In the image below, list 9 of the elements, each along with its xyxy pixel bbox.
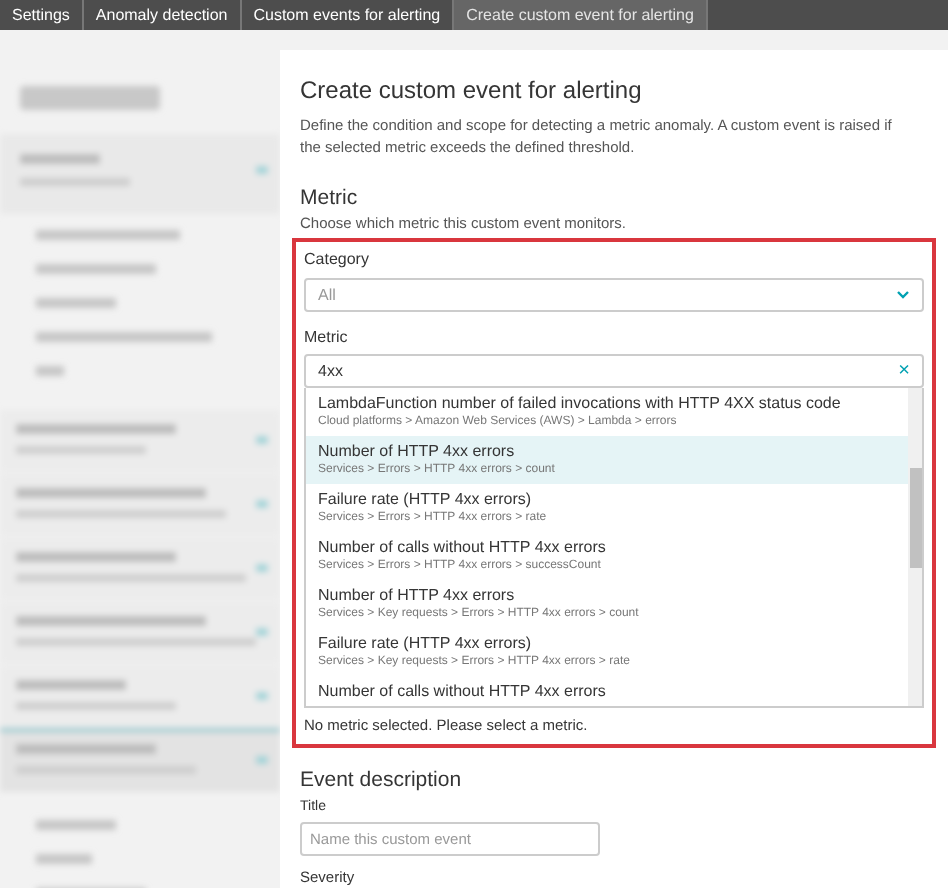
field-label: Category xyxy=(304,250,371,270)
chevron-down-icon xyxy=(896,290,910,300)
scrollbar[interactable] xyxy=(908,388,922,706)
section-title: Event description xyxy=(300,768,464,794)
field-label: Metric xyxy=(304,328,350,348)
breadcrumb-link[interactable]: Create custom event for alerting xyxy=(454,0,708,30)
section-title: Metric xyxy=(300,186,360,212)
page-title: Create custom event for alerting xyxy=(300,74,644,106)
metric-search-field[interactable]: 4xx × xyxy=(304,354,924,388)
